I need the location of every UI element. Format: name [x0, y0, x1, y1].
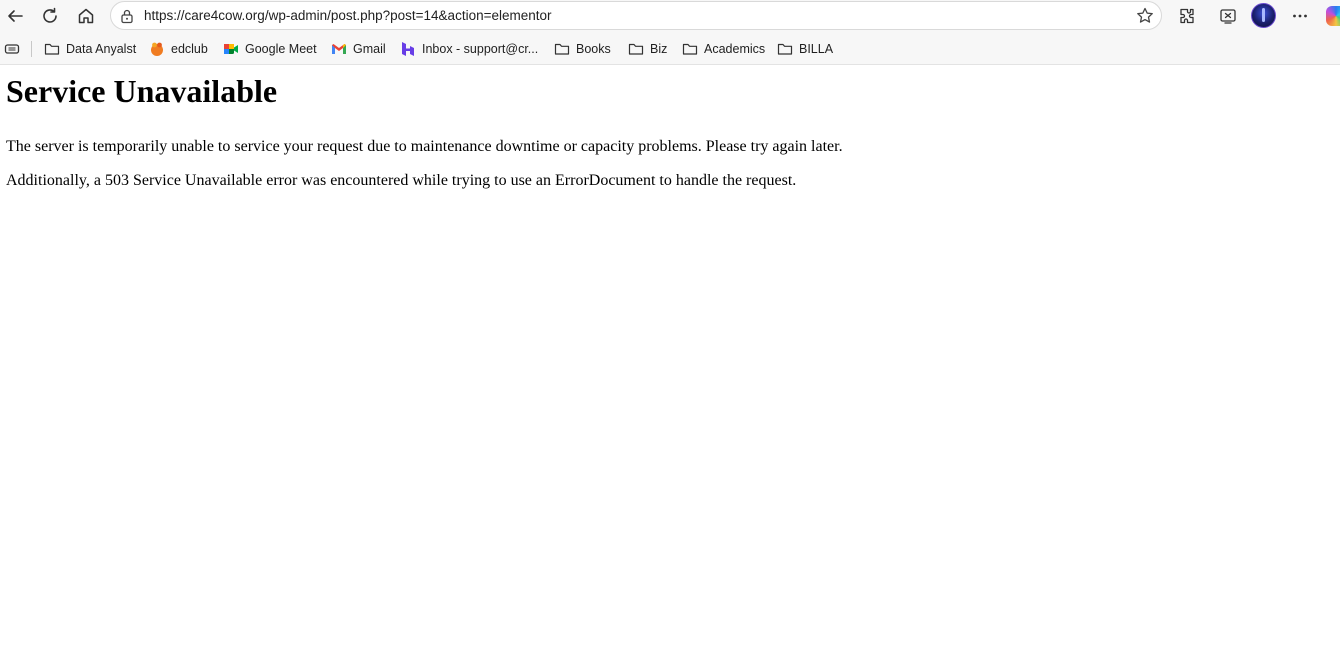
error-message: The server is temporarily unable to serv… — [6, 138, 843, 155]
bookmark-books[interactable]: Books — [554, 39, 611, 59]
url-text[interactable]: https://care4cow.org/wp-admin/post.php?p… — [144, 8, 552, 23]
error-detail: Additionally, a 503 Service Unavailable … — [6, 172, 797, 189]
more-menu-icon — [1291, 7, 1309, 25]
split-screen-icon — [1219, 7, 1237, 25]
page-content: Service Unavailable The server is tempor… — [6, 65, 1326, 190]
browser-toolbar: https://care4cow.org/wp-admin/post.php?p… — [0, 0, 1340, 32]
address-bar[interactable]: https://care4cow.org/wp-admin/post.php?p… — [110, 1, 1162, 30]
bookmark-google-meet[interactable]: Google Meet — [223, 39, 317, 59]
reading-list-button[interactable] — [4, 39, 20, 59]
site-info-icon[interactable] — [120, 8, 134, 29]
bookmark-biz[interactable]: Biz — [628, 39, 667, 59]
gmail-icon — [331, 41, 347, 57]
profile-avatar[interactable] — [1251, 3, 1276, 28]
google-meet-icon — [223, 41, 239, 57]
bookmark-label: Books — [576, 42, 611, 56]
back-arrow-icon — [6, 7, 24, 25]
edclub-icon — [149, 41, 165, 57]
bookmark-label: Biz — [650, 42, 668, 56]
bookmark-label: Data Anyalst — [66, 42, 137, 56]
copilot-icon[interactable] — [1326, 6, 1340, 26]
split-screen-button[interactable] — [1215, 3, 1241, 29]
folder-icon — [44, 41, 60, 57]
bookmark-label: Google Meet — [245, 42, 317, 56]
bookmark-label: edclub — [171, 42, 208, 56]
bookmark-label: Academics — [704, 42, 766, 56]
bookmark-academics[interactable]: Academics — [682, 39, 765, 59]
bookmark-label: Inbox - support@cr... — [422, 42, 539, 56]
bookmark-data-anyalst[interactable]: Data Anyalst — [44, 39, 136, 59]
more-menu-button[interactable] — [1287, 3, 1313, 29]
folder-icon — [554, 41, 570, 57]
page-title: Service Unavailable — [6, 73, 278, 109]
extensions-button[interactable] — [1174, 3, 1200, 29]
bookmark-label: BILLA — [799, 42, 834, 56]
bookmark-label: Gmail — [353, 42, 386, 56]
home-icon — [77, 7, 95, 25]
hostinger-icon — [400, 41, 416, 57]
back-button[interactable] — [2, 3, 28, 29]
bookmarks-divider — [31, 41, 32, 57]
folder-icon — [777, 41, 793, 57]
avatar-figure — [1262, 8, 1265, 22]
home-button[interactable] — [73, 3, 99, 29]
folder-icon — [628, 41, 644, 57]
bookmarks-bar: Data Anyalst edclub Google Meet Gmail In… — [0, 32, 1340, 65]
reload-button[interactable] — [37, 3, 63, 29]
star-icon[interactable] — [1135, 6, 1155, 31]
bookmark-edclub[interactable]: edclub — [149, 39, 208, 59]
bookmark-inbox-support[interactable]: Inbox - support@cr... — [400, 39, 538, 59]
reload-icon — [41, 7, 59, 25]
extensions-icon — [1178, 7, 1196, 25]
bookmark-billa[interactable]: BILLA — [777, 39, 833, 59]
bookmark-gmail[interactable]: Gmail — [331, 39, 386, 59]
collections-icon — [4, 41, 20, 57]
folder-icon — [682, 41, 698, 57]
